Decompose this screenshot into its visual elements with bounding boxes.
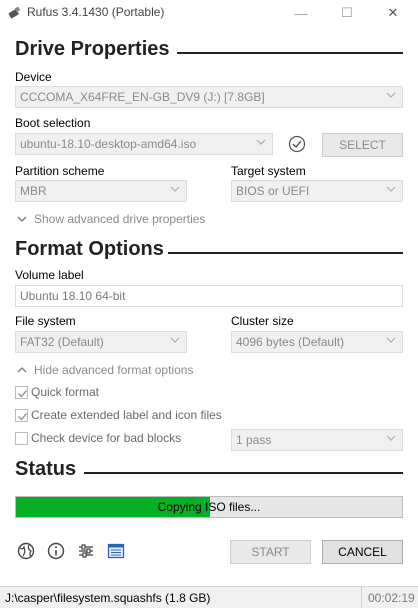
passes-value: 1 pass — [236, 433, 272, 447]
extended-label-label: Create extended label and icon files — [31, 408, 222, 422]
title-bar: Rufus 3.4.1430 (Portable) — ☐ ✕ — [0, 0, 418, 26]
show-advanced-drive-label: Show advanced drive properties — [34, 212, 206, 226]
progress-text: Copying ISO files... — [157, 500, 261, 514]
device-dropdown[interactable]: CCCOMA_X64FRE_EN-GB_DV9 (J:) [7.8GB] — [15, 86, 403, 108]
progress-bar: Copying ISO files... — [15, 496, 403, 518]
file-system-label: File system — [15, 314, 76, 328]
target-system-dropdown[interactable]: BIOS or UEFI — [231, 180, 403, 202]
usb-drive-icon — [8, 6, 22, 19]
bad-blocks-label: Check device for bad blocks — [31, 431, 182, 445]
bad-blocks-option[interactable]: Check device for bad blocks — [15, 430, 181, 446]
extended-label-option[interactable]: Create extended label and icon files — [15, 407, 222, 423]
target-system-value: BIOS or UEFI — [236, 184, 310, 198]
select-button[interactable]: SELECT — [322, 133, 403, 157]
partition-scheme-label: Partition scheme — [15, 164, 105, 178]
chevron-down-icon — [386, 92, 396, 98]
passes-dropdown[interactable]: 1 pass — [231, 429, 403, 451]
verify-checkmark-icon[interactable] — [288, 135, 306, 153]
info-icon[interactable] — [45, 540, 67, 562]
chevron-down-icon — [386, 186, 396, 192]
start-button[interactable]: START — [230, 540, 311, 564]
settings-sliders-icon[interactable] — [75, 540, 97, 562]
bad-blocks-checkbox[interactable] — [15, 431, 28, 445]
target-system-label: Target system — [231, 164, 306, 178]
cancel-button[interactable]: CANCEL — [322, 540, 403, 564]
quick-format-option[interactable]: Quick format — [15, 384, 99, 400]
section-divider — [168, 252, 403, 254]
chevron-down-icon — [256, 139, 266, 145]
status-heading: Status — [15, 458, 77, 480]
chevron-down-icon — [386, 337, 396, 343]
chevron-down-icon — [17, 216, 27, 222]
boot-selection-dropdown[interactable]: ubuntu-18.10-desktop-amd64.iso — [15, 133, 273, 155]
status-separator — [361, 587, 362, 608]
cluster-size-dropdown[interactable]: 4096 bytes (Default) — [231, 331, 403, 353]
minimize-button[interactable]: — — [278, 0, 324, 26]
partition-scheme-value: MBR — [20, 184, 47, 198]
device-value: CCCOMA_X64FRE_EN-GB_DV9 (J:) [7.8GB] — [20, 90, 265, 104]
close-button[interactable]: ✕ — [370, 0, 416, 26]
boot-selection-value: ubuntu-18.10-desktop-amd64.iso — [20, 137, 197, 151]
device-label: Device — [15, 70, 52, 84]
hide-advanced-format-toggle[interactable]: Hide advanced format options — [15, 362, 193, 378]
show-advanced-drive-toggle[interactable]: Show advanced drive properties — [15, 211, 205, 227]
quick-format-checkbox[interactable] — [15, 385, 28, 399]
cluster-size-label: Cluster size — [231, 314, 294, 328]
volume-label-label: Volume label — [15, 268, 84, 282]
hide-advanced-format-label: Hide advanced format options — [34, 363, 194, 377]
globe-icon[interactable] — [15, 540, 37, 562]
chevron-down-icon — [170, 186, 180, 192]
chevron-down-icon — [170, 337, 180, 343]
elapsed-time: 00:02:19 — [368, 591, 415, 605]
boot-selection-label: Boot selection — [15, 116, 91, 130]
format-options-heading: Format Options — [15, 238, 164, 260]
file-system-dropdown[interactable]: FAT32 (Default) — [15, 331, 187, 353]
section-divider — [177, 52, 403, 54]
window-title: Rufus 3.4.1430 (Portable) — [27, 5, 165, 19]
log-icon[interactable] — [105, 540, 127, 562]
chevron-down-icon — [386, 435, 396, 441]
status-bar: J:\casper\filesystem.squashfs (1.8 GB) 0… — [0, 586, 418, 608]
file-system-value: FAT32 (Default) — [20, 335, 104, 349]
partition-scheme-dropdown[interactable]: MBR — [15, 180, 187, 202]
volume-label-input[interactable]: Ubuntu 18.10 64-bit — [15, 285, 403, 307]
section-divider — [84, 472, 403, 474]
cluster-size-value: 4096 bytes (Default) — [236, 335, 345, 349]
chevron-up-icon — [17, 367, 27, 373]
extended-label-checkbox[interactable] — [15, 408, 28, 422]
status-path: J:\casper\filesystem.squashfs (1.8 GB) — [5, 591, 211, 605]
maximize-button[interactable]: ☐ — [324, 0, 370, 26]
drive-properties-heading: Drive Properties — [15, 38, 170, 60]
quick-format-label: Quick format — [31, 385, 100, 399]
